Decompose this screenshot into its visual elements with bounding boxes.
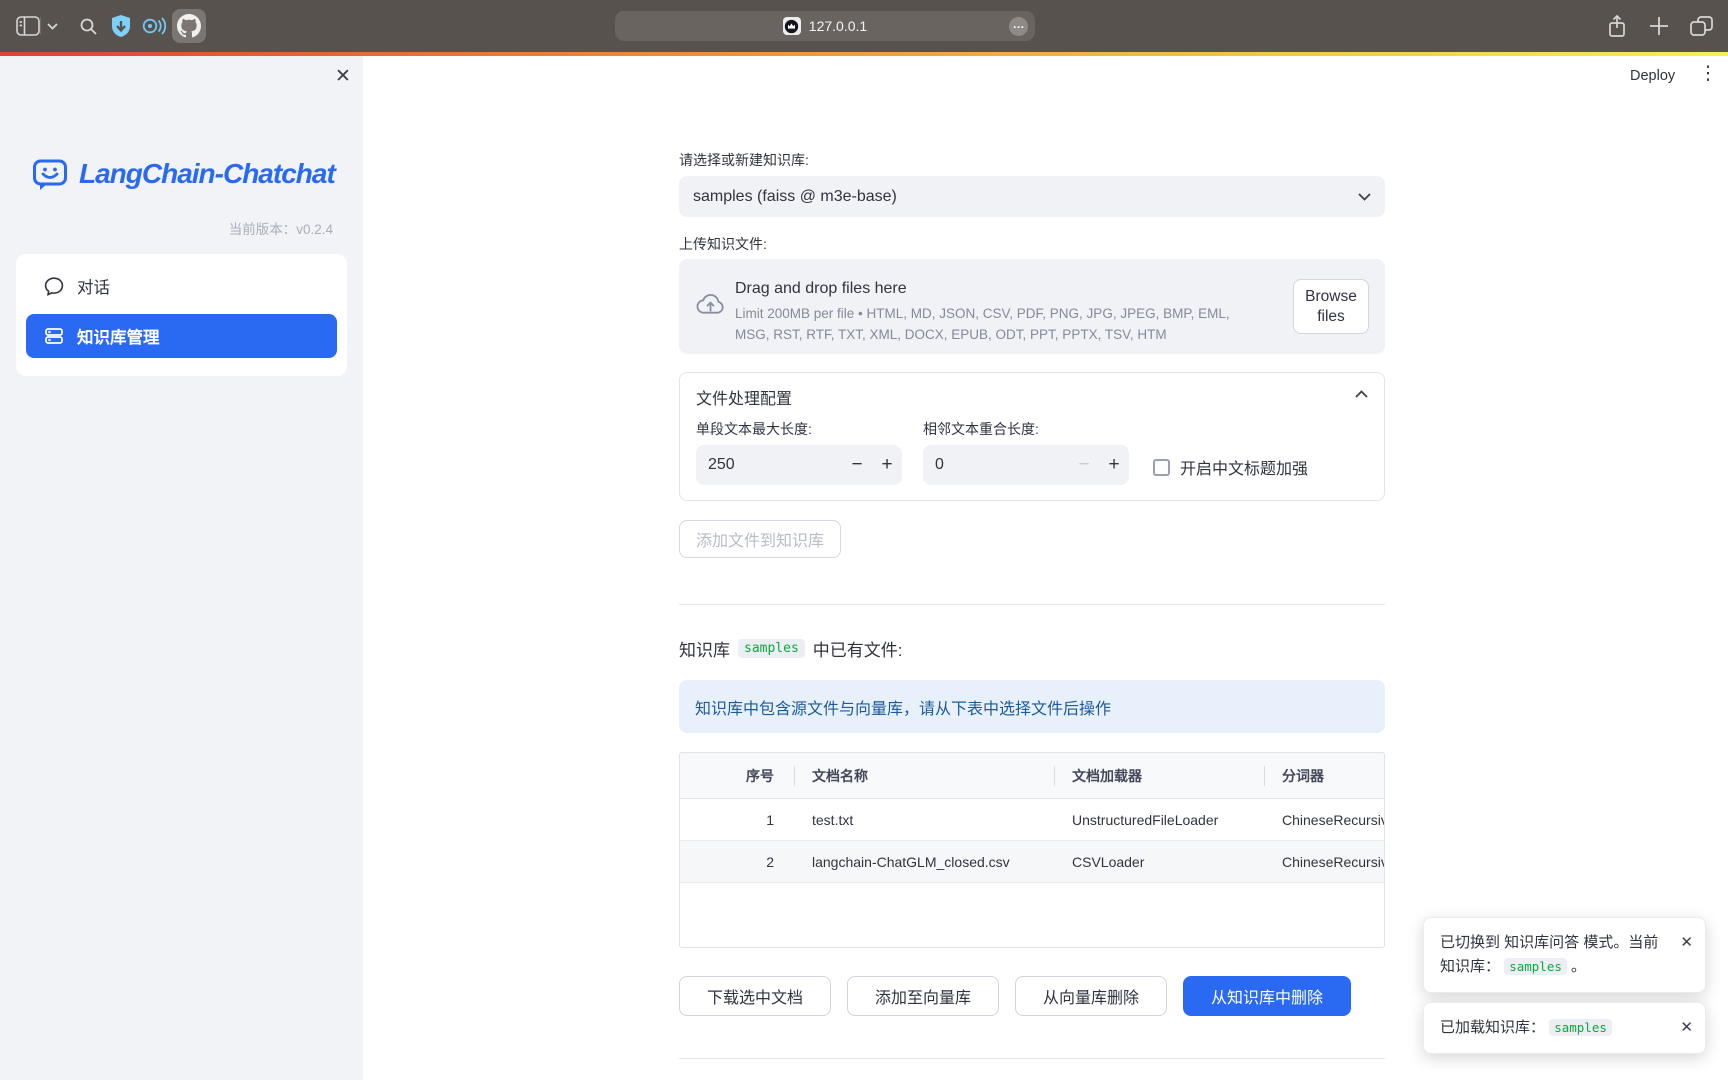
app-logo-icon bbox=[30, 154, 70, 194]
cell-loader: UnstructuredFileLoader bbox=[1054, 799, 1264, 840]
table-actions: 下载选中文档 添加至向量库 从向量库删除 从知识库中删除 bbox=[679, 976, 1351, 1016]
file-config-expander: 文件处理配置 单段文本最大长度: 250 − + 相邻文本重合长度: 0 − + bbox=[679, 372, 1385, 501]
chat-bubble-icon bbox=[44, 276, 64, 296]
toast-text: 已加载知识库： bbox=[1440, 1019, 1545, 1036]
delete-from-vectorstore-button[interactable]: 从向量库删除 bbox=[1015, 976, 1167, 1016]
sidebar-close-icon[interactable]: ✕ bbox=[330, 64, 356, 90]
kb-name-code: samples bbox=[738, 639, 805, 658]
new-tab-icon[interactable] bbox=[1644, 0, 1674, 52]
cell-splitter: ChineseRecursiveT bbox=[1264, 841, 1385, 882]
cell-name: langchain-ChatGLM_closed.csv bbox=[794, 841, 1054, 882]
tabs-overview-icon[interactable] bbox=[1686, 0, 1716, 52]
search-icon[interactable] bbox=[76, 0, 100, 52]
toast-kb-loaded: 已加载知识库： samples ✕ bbox=[1423, 1002, 1706, 1054]
browser-toolbar: 127.0.0.1 … bbox=[0, 0, 1728, 52]
kb-files-heading: 知识库 samples 中已有文件: bbox=[679, 636, 903, 661]
table-row[interactable]: 1 test.txt UnstructuredFileLoader Chines… bbox=[680, 799, 1385, 841]
table-row[interactable]: 2 langchain-ChatGLM_closed.csv CSVLoader… bbox=[680, 841, 1385, 883]
share-icon[interactable] bbox=[1602, 0, 1632, 52]
url-text: 127.0.0.1 bbox=[809, 18, 867, 34]
files-table: 序号 文档名称 文档加载器 分词器 1 test.txt Unstructure… bbox=[679, 752, 1385, 948]
github-tab-button[interactable] bbox=[172, 9, 206, 43]
divider bbox=[679, 1058, 1385, 1059]
divider bbox=[679, 604, 1385, 605]
overlap-plus-button[interactable]: + bbox=[1099, 454, 1129, 476]
chunk-size-field: 单段文本最大长度: 250 − + bbox=[696, 419, 902, 485]
app-logo-text: LangChain-Chatchat bbox=[79, 158, 335, 190]
col-header-splitter[interactable]: 分词器 bbox=[1264, 753, 1385, 798]
page-settings-icon[interactable]: … bbox=[1009, 17, 1028, 36]
upload-label: 上传知识文件: bbox=[679, 234, 767, 254]
kb-select-value: samples (faiss @ m3e-base) bbox=[693, 188, 1358, 206]
chunk-minus-button[interactable]: − bbox=[842, 454, 872, 476]
chevron-down-icon[interactable] bbox=[44, 0, 60, 52]
table-header: 序号 文档名称 文档加载器 分词器 bbox=[680, 753, 1385, 799]
live-circles-icon[interactable] bbox=[140, 0, 168, 52]
sidebar-toggle-icon[interactable] bbox=[14, 0, 42, 52]
browse-files-button[interactable]: Browse files bbox=[1293, 279, 1369, 334]
overlap-minus-button[interactable]: − bbox=[1069, 454, 1099, 476]
cell-name: test.txt bbox=[794, 799, 1054, 840]
deploy-button[interactable]: Deploy bbox=[1630, 68, 1675, 84]
cell-splitter: ChineseRecursiveT bbox=[1264, 799, 1385, 840]
app-logo: LangChain-Chatchat bbox=[30, 154, 335, 194]
col-header-name[interactable]: 文档名称 bbox=[794, 753, 1054, 798]
info-alert: 知识库中包含源文件与向量库，请从下表中选择文件后操作 bbox=[679, 680, 1385, 733]
cell-loader: CSVLoader bbox=[1054, 841, 1264, 882]
kb-select-label: 请选择或新建知识库: bbox=[679, 150, 809, 170]
toast-code: samples bbox=[1549, 1019, 1612, 1036]
sidebar-item-knowledge-base[interactable]: 知识库管理 bbox=[26, 314, 337, 358]
zh-title-enhance-checkbox[interactable]: 开启中文标题加强 bbox=[1153, 419, 1308, 479]
overlap-label: 相邻文本重合长度: bbox=[923, 419, 1129, 445]
checkbox-box[interactable] bbox=[1153, 459, 1170, 476]
toast-close-icon[interactable]: ✕ bbox=[1680, 1016, 1693, 1040]
version-label: 当前版本：v0.2.4 bbox=[229, 218, 333, 238]
col-header-loader[interactable]: 文档加载器 bbox=[1054, 753, 1264, 798]
chunk-size-value[interactable]: 250 bbox=[708, 456, 842, 474]
site-favicon bbox=[783, 17, 801, 35]
toast-close-icon[interactable]: ✕ bbox=[1680, 931, 1693, 955]
chevron-up-icon[interactable] bbox=[1355, 390, 1368, 398]
overlap-input[interactable]: 0 − + bbox=[923, 445, 1129, 485]
address-bar[interactable]: 127.0.0.1 … bbox=[615, 11, 1035, 41]
dropzone-limit: Limit 200MB per file • HTML, MD, JSON, C… bbox=[735, 303, 1265, 345]
cell-index: 2 bbox=[680, 841, 794, 882]
sidebar-item-label: 对话 bbox=[77, 274, 110, 298]
stack-icon bbox=[44, 326, 64, 346]
dropzone-title: Drag and drop files here bbox=[735, 279, 1265, 299]
chunk-size-input[interactable]: 250 − + bbox=[696, 445, 902, 485]
toast-text: 。 bbox=[1571, 958, 1586, 975]
sidebar-item-label: 知识库管理 bbox=[77, 324, 160, 348]
sidebar: ✕ LangChain-Chatchat 当前版本：v0.2.4 对话 bbox=[0, 56, 363, 1080]
sidebar-nav: 对话 知识库管理 bbox=[16, 254, 347, 376]
github-icon bbox=[177, 14, 201, 38]
checkbox-label: 开启中文标题加强 bbox=[1180, 455, 1308, 479]
app-menu-icon[interactable]: ⋮ bbox=[1696, 62, 1720, 90]
shield-download-icon[interactable] bbox=[108, 0, 134, 52]
add-to-vectorstore-button[interactable]: 添加至向量库 bbox=[847, 976, 999, 1016]
col-header-index[interactable]: 序号 bbox=[680, 753, 794, 798]
kb-select[interactable]: samples (faiss @ m3e-base) bbox=[679, 176, 1385, 217]
toast-code: samples bbox=[1504, 958, 1567, 975]
chunk-size-label: 单段文本最大长度: bbox=[696, 419, 902, 445]
delete-from-kb-button[interactable]: 从知识库中删除 bbox=[1183, 976, 1351, 1016]
file-dropzone[interactable]: Drag and drop files here Limit 200MB per… bbox=[679, 259, 1385, 354]
chevron-down-icon bbox=[1358, 193, 1371, 201]
expander-title: 文件处理配置 bbox=[696, 385, 792, 409]
chunk-plus-button[interactable]: + bbox=[872, 454, 902, 476]
download-selected-button[interactable]: 下载选中文档 bbox=[679, 976, 831, 1016]
overlap-field: 相邻文本重合长度: 0 − + bbox=[923, 419, 1129, 485]
add-files-button[interactable]: 添加文件到知识库 bbox=[679, 520, 841, 558]
toolbar-separator bbox=[40, 17, 41, 35]
cloud-upload-icon bbox=[695, 292, 726, 317]
overlap-value[interactable]: 0 bbox=[935, 456, 1069, 474]
screen: 127.0.0.1 … ✕ bbox=[0, 0, 1728, 1080]
sidebar-item-chat[interactable]: 对话 bbox=[26, 264, 337, 308]
cell-index: 1 bbox=[680, 799, 794, 840]
toast-mode-switched: 已切换到 知识库问答 模式。当前知识库： samples 。 ✕ bbox=[1423, 917, 1706, 993]
